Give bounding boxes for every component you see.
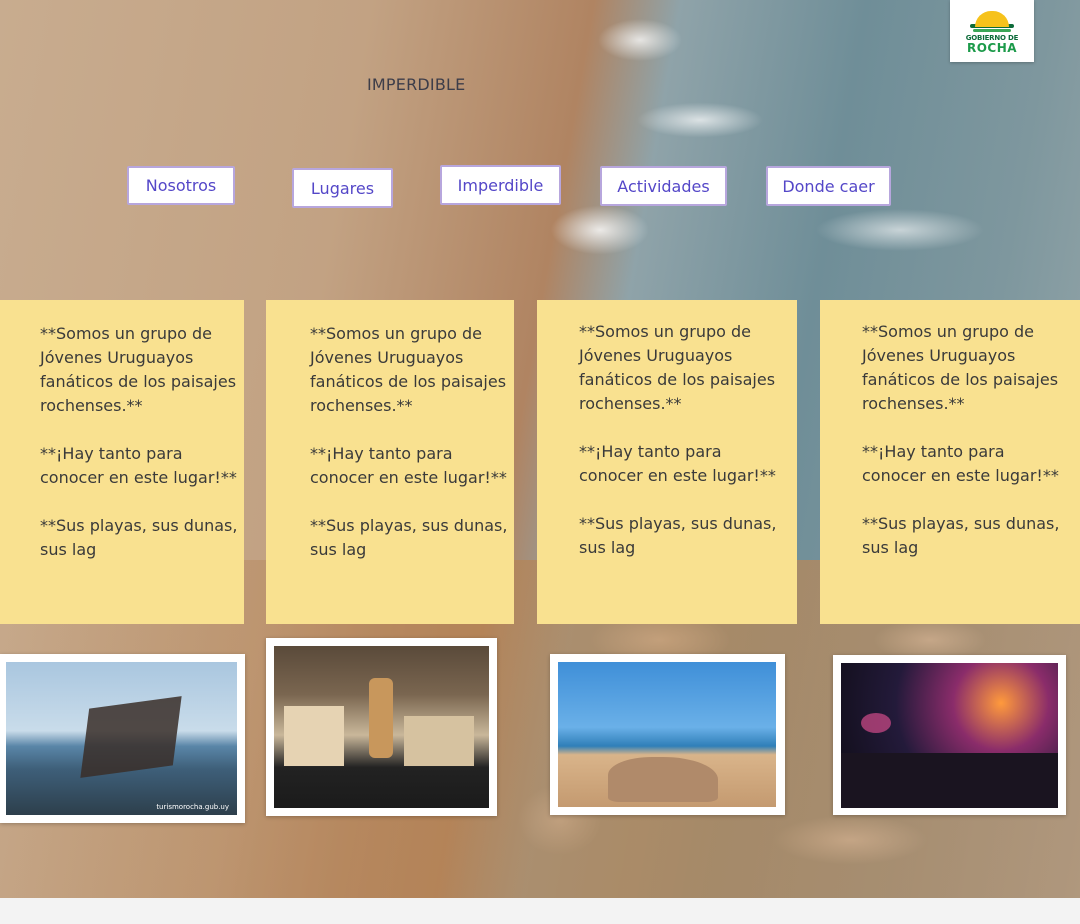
info-card: **Somos un grupo de Jóvenes Uruguayos fa… bbox=[0, 300, 244, 624]
photo-dunes bbox=[550, 654, 785, 815]
card-paragraph: **Somos un grupo de Jóvenes Uruguayos fa… bbox=[310, 324, 507, 415]
light-shape bbox=[861, 713, 891, 733]
card-paragraph: **Somos un grupo de Jóvenes Uruguayos fa… bbox=[40, 324, 237, 415]
photo-products bbox=[266, 638, 497, 816]
card-paragraph: **¡Hay tanto para conocer en este lugar!… bbox=[40, 444, 237, 487]
card-paragraph: **Somos un grupo de Jóvenes Uruguayos fa… bbox=[579, 322, 776, 413]
nav-button-nosotros[interactable]: Nosotros bbox=[127, 166, 235, 205]
nav-button-donde-caer[interactable]: Donde caer bbox=[766, 166, 891, 206]
shipwreck-shape bbox=[80, 696, 182, 778]
sun-icon bbox=[975, 10, 1009, 27]
nav-button-actividades[interactable]: Actividades bbox=[600, 166, 727, 206]
card-paragraph: **Sus playas, sus dunas, sus lag bbox=[310, 516, 508, 559]
card-paragraph: **Somos un grupo de Jóvenes Uruguayos fa… bbox=[862, 322, 1059, 413]
logo-line2: ROCHA bbox=[966, 40, 1018, 55]
product-shape bbox=[284, 706, 344, 766]
info-card: **Somos un grupo de Jóvenes Uruguayos fa… bbox=[266, 300, 514, 624]
card-paragraph: **¡Hay tanto para conocer en este lugar!… bbox=[310, 444, 507, 487]
photo-shipwreck: turismorocha.gub.uy bbox=[0, 654, 245, 823]
product-shape bbox=[404, 716, 474, 766]
nav-button-imperdible[interactable]: Imperdible bbox=[440, 165, 561, 205]
bottle-shape bbox=[369, 678, 393, 758]
card-paragraph: **¡Hay tanto para conocer en este lugar!… bbox=[862, 442, 1059, 485]
wave-icon bbox=[973, 28, 1011, 32]
info-card: **Somos un grupo de Jóvenes Uruguayos fa… bbox=[537, 300, 797, 624]
photo-caption: turismorocha.gub.uy bbox=[156, 803, 229, 811]
dunes-image bbox=[558, 662, 776, 807]
page-title: IMPERDIBLE bbox=[367, 75, 466, 94]
card-paragraph: **Sus playas, sus dunas, sus lag bbox=[40, 516, 238, 559]
info-card: **Somos un grupo de Jóvenes Uruguayos fa… bbox=[820, 300, 1080, 624]
card-paragraph: **Sus playas, sus dunas, sus lag bbox=[862, 514, 1060, 557]
crowd-shape bbox=[841, 753, 1058, 808]
gobierno-rocha-logo[interactable]: GOBIERNO DE ROCHA bbox=[950, 0, 1034, 62]
party-image bbox=[841, 663, 1058, 808]
card-paragraph: **Sus playas, sus dunas, sus lag bbox=[579, 514, 777, 557]
products-image bbox=[274, 646, 489, 808]
rock-shape bbox=[608, 757, 718, 802]
footer-strip bbox=[0, 898, 1080, 924]
shipwreck-image: turismorocha.gub.uy bbox=[6, 662, 237, 815]
photo-party bbox=[833, 655, 1066, 815]
nav-button-lugares[interactable]: Lugares bbox=[292, 168, 393, 208]
card-paragraph: **¡Hay tanto para conocer en este lugar!… bbox=[579, 442, 776, 485]
